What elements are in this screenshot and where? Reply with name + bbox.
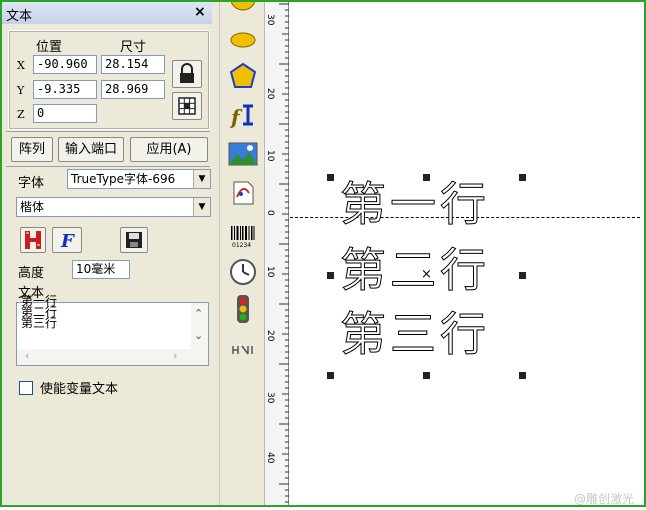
variable-text-checkbox[interactable] (19, 381, 33, 395)
vertical-scrollbar[interactable]: ⌃ ⌄ (191, 303, 208, 365)
svg-text:F: F (60, 231, 75, 252)
ruler-ticks (279, 3, 289, 503)
text-height-field[interactable]: 10毫米 (72, 260, 130, 279)
text-line-3: 第三行 (21, 316, 58, 330)
scroll-right-icon[interactable]: › (173, 349, 177, 362)
save-disk-icon (126, 232, 142, 248)
image-icon[interactable] (228, 142, 258, 166)
ruler-label: 40 (265, 452, 275, 464)
size-label: 尺寸 (120, 40, 147, 55)
dropdown-arrow-icon[interactable]: ▼ (193, 170, 210, 188)
ruler-label: 20 (265, 330, 275, 342)
text-tool-icon[interactable]: f (229, 100, 257, 130)
selection-handle[interactable] (327, 174, 334, 181)
array-button[interactable]: 阵列 (11, 137, 53, 162)
selection-handle[interactable] (519, 272, 526, 279)
lock-icon (180, 63, 194, 83)
ruler-label: 20 (265, 88, 275, 100)
scroll-left-icon[interactable]: ‹ (25, 349, 29, 362)
anchor-point-button[interactable] (172, 92, 202, 120)
timer-icon[interactable] (229, 258, 257, 286)
circle-icon[interactable] (229, 0, 257, 14)
extension-icon[interactable] (230, 340, 256, 360)
canvas-text-line-2[interactable]: 第二行 (340, 242, 490, 298)
y-position-field[interactable]: -9.335 (33, 80, 97, 99)
z-position-field[interactable]: 0 (33, 104, 97, 123)
height-label: 高度 (18, 266, 45, 281)
font-f-icon: F (60, 231, 75, 252)
apply-button[interactable]: 应用(A) (130, 137, 208, 162)
ruler-label: 0 (265, 210, 275, 216)
draw-toolbar: f 01234 (219, 0, 265, 507)
close-icon[interactable]: × (194, 4, 206, 20)
divider (6, 166, 210, 167)
selection-handle[interactable] (519, 372, 526, 379)
position-label: 位置 (36, 40, 63, 55)
ruler-label: 30 (265, 14, 275, 26)
font-name-value: 楷体 (20, 200, 45, 214)
scroll-up-icon[interactable]: ⌃ (194, 307, 203, 320)
height-field[interactable]: 28.969 (101, 80, 165, 99)
watermark: @雕创激光 (574, 492, 635, 506)
traffic-light-icon[interactable] (231, 294, 255, 324)
selection-handle[interactable] (423, 174, 430, 181)
panel-title-bar: 文本 × (2, 2, 212, 24)
ruler-label: 10 (265, 266, 275, 278)
ruler-label: 10 (265, 150, 275, 162)
scroll-down-icon[interactable]: ⌄ (194, 329, 203, 342)
polygon-icon[interactable] (229, 62, 257, 90)
dropdown-arrow-icon[interactable]: ▼ (193, 198, 210, 216)
font-type-value: TrueType字体-696 (71, 172, 176, 186)
hatch-font-button[interactable] (20, 227, 46, 253)
width-field[interactable]: 28.154 (101, 55, 165, 74)
selection-handle[interactable] (327, 372, 334, 379)
font-name-select[interactable]: 楷体 ▼ (16, 197, 211, 217)
font-style-button[interactable]: F (52, 227, 82, 253)
barcode-icon[interactable]: 01234 (229, 224, 257, 248)
selection-handle[interactable] (327, 272, 334, 279)
center-cross-icon: × (421, 267, 432, 282)
x-position-field[interactable]: -90.960 (33, 55, 97, 74)
canvas-text-line-3[interactable]: 第三行 (340, 306, 490, 362)
y-label: Y (17, 84, 25, 97)
barcode-digits: 01234 (232, 242, 251, 248)
font-type-select[interactable]: TrueType字体-696 ▼ (67, 169, 211, 189)
ruler-label: 30 (265, 392, 275, 404)
font-label: 字体 (18, 176, 45, 191)
anchor-grid-icon (178, 97, 196, 115)
divider (6, 131, 210, 132)
input-port-button[interactable]: 输入端口 (58, 137, 124, 162)
svg-text:f: f (229, 105, 243, 129)
hatch-font-icon (25, 231, 41, 249)
text-content-area[interactable]: 第一行 第二行 第三行 ⌃ ⌄ ‹ › (16, 295, 209, 366)
canvas-text-line-1[interactable]: 第一行 (340, 176, 490, 232)
ellipse-icon[interactable] (229, 29, 257, 51)
vertical-ruler: 30 20 10 0 10 20 30 40 (265, 0, 289, 507)
selection-handle[interactable] (423, 372, 430, 379)
save-font-button[interactable] (120, 227, 148, 253)
variable-text-label: 使能变量文本 (40, 382, 119, 397)
vector-file-icon[interactable] (229, 179, 257, 207)
panel-title: 文本 (6, 9, 33, 24)
x-label: X (17, 59, 25, 72)
lock-ratio-button[interactable] (172, 60, 202, 88)
z-label: Z (17, 108, 25, 121)
horizontal-scrollbar[interactable]: ‹ › (17, 349, 191, 365)
selection-handle[interactable] (519, 174, 526, 181)
